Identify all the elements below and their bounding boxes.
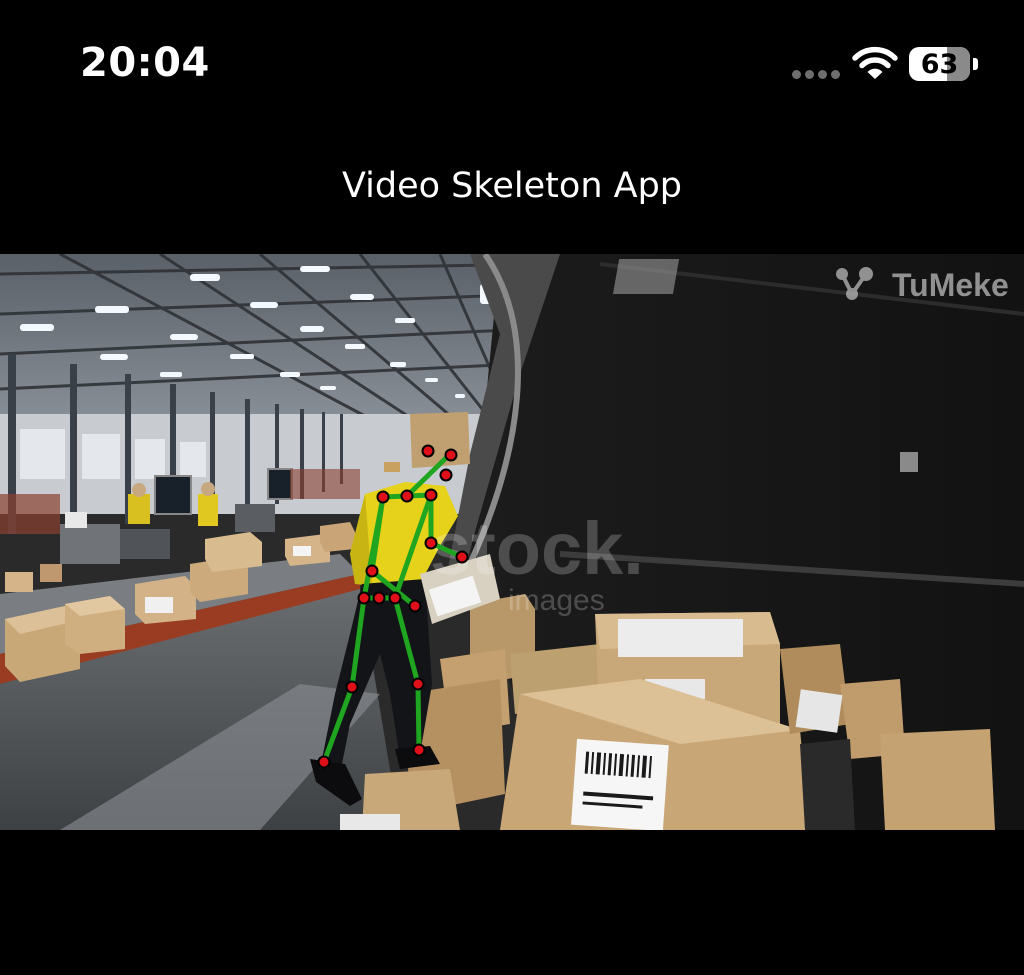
skeleton-keypoint (424, 536, 438, 550)
skeleton-keypoint (412, 743, 426, 757)
skeleton-keypoint (317, 755, 331, 769)
skeleton-keypoint (376, 490, 390, 504)
battery-level: 63 (920, 49, 959, 80)
svg-text:TuMeke: TuMeke (892, 267, 1009, 303)
skeleton-keypoint (411, 677, 425, 691)
skeleton-keypoint (439, 468, 453, 482)
battery-icon: 63 (909, 47, 979, 83)
skeleton-keypoint (444, 448, 458, 462)
skeleton-keypoint (421, 444, 435, 458)
skeleton-keypoint (372, 591, 386, 605)
wifi-icon (852, 46, 898, 79)
video-frame-scene: TuMeke stock. images (0, 254, 1024, 830)
skeleton-keypoint (455, 550, 469, 564)
app-screen: 20:04 63 Video Skeleton App TuMeke stock… (0, 0, 1024, 975)
cellular-signal-dots-icon (792, 70, 840, 80)
video-player[interactable]: TuMeke stock. images (0, 254, 1024, 830)
battery-cap (973, 58, 978, 70)
skeleton-keypoint (408, 599, 422, 613)
svg-text:stock.: stock. (430, 507, 644, 590)
skeleton-keypoint (424, 488, 438, 502)
status-bar: 20:04 63 (0, 0, 1024, 120)
van-wall-marker (900, 452, 918, 472)
skeleton-bone (415, 681, 422, 753)
warehouse-ceiling (0, 254, 540, 424)
van-ceiling-vent (612, 259, 680, 294)
battery-body: 63 (909, 47, 970, 81)
skeleton-keypoint (345, 680, 359, 694)
skeleton-keypoint (357, 591, 371, 605)
skeleton-keypoint (400, 489, 414, 503)
svg-text:images: images (508, 584, 605, 617)
skeleton-keypoint (388, 591, 402, 605)
skeleton-keypoint (365, 564, 379, 578)
page-title: Video Skeleton App (341, 166, 683, 206)
status-time: 20:04 (80, 40, 210, 86)
